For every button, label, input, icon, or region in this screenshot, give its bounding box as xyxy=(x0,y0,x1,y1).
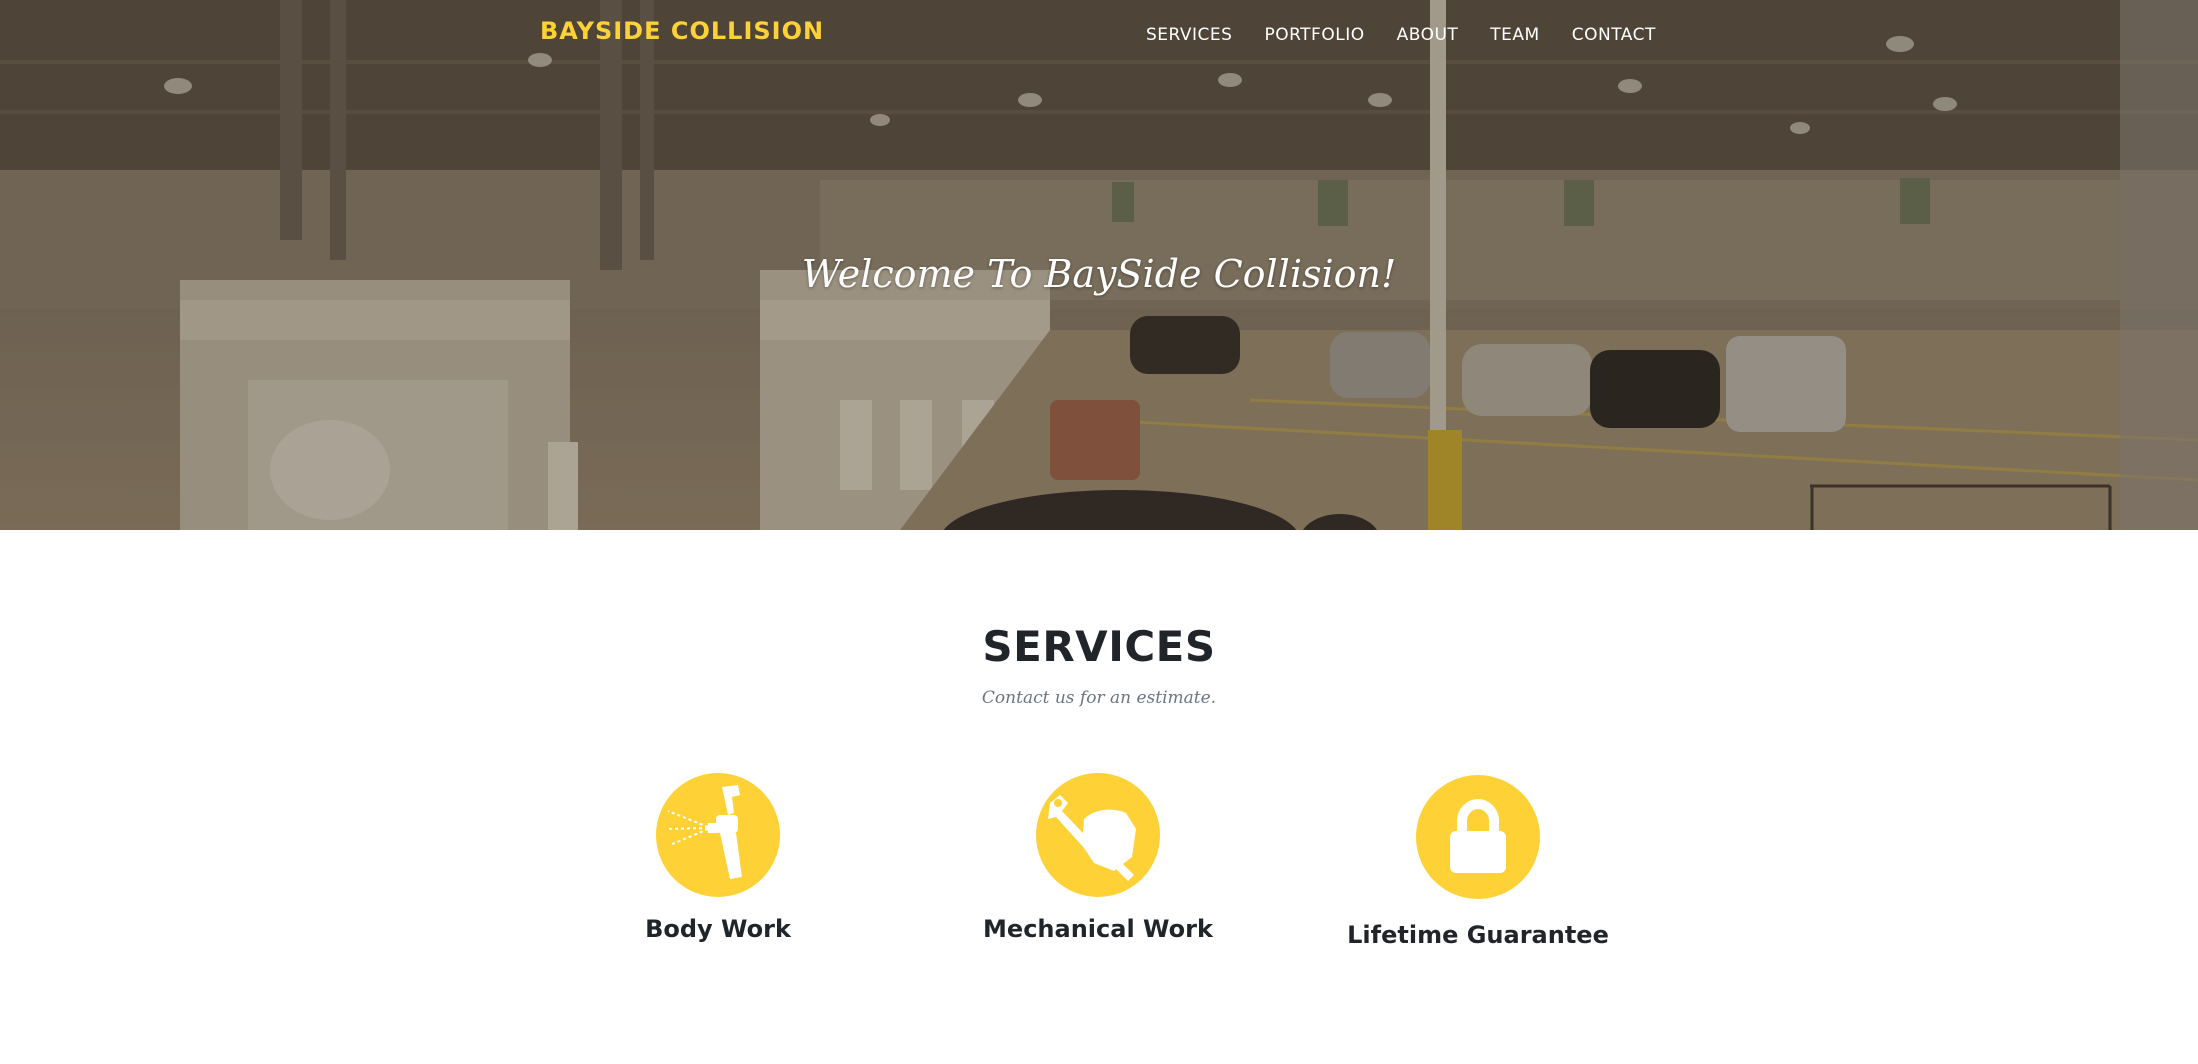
services-subtitle: Contact us for an estimate. xyxy=(981,688,1217,708)
service-title: Mechanical Work xyxy=(983,915,1213,943)
service-icon-circle xyxy=(1416,775,1540,899)
brand-logo[interactable]: BAYSIDE COLLISION xyxy=(540,17,824,45)
services-title: SERVICES xyxy=(982,622,1216,671)
service-mechanical-work: Mechanical Work xyxy=(908,773,1288,943)
wrench-hand-icon xyxy=(1048,795,1136,881)
nav-item-services[interactable]: SERVICES xyxy=(1146,25,1232,45)
hero-section: BAYSIDE COLLISION SERVICES PORTFOLIO ABO… xyxy=(0,0,2198,530)
nav-item-team[interactable]: TEAM xyxy=(1490,25,1539,45)
service-icon-circle xyxy=(656,773,780,897)
nav-menu: SERVICES PORTFOLIO ABOUT TEAM CONTACT xyxy=(1146,25,1688,45)
service-body-work: Body Work xyxy=(528,773,908,943)
service-title: Lifetime Guarantee xyxy=(1347,921,1609,949)
lock-icon xyxy=(1450,798,1506,873)
service-title: Body Work xyxy=(645,915,791,943)
nav-item-about[interactable]: ABOUT xyxy=(1397,25,1459,45)
navbar: BAYSIDE COLLISION SERVICES PORTFOLIO ABO… xyxy=(0,0,2198,74)
service-icon-circle xyxy=(1036,773,1160,897)
service-lifetime-guarantee: Lifetime Guarantee xyxy=(1288,775,1668,949)
hero-heading: Welcome To BaySide Collision! xyxy=(801,252,1397,296)
spray-gun-icon xyxy=(665,785,742,879)
nav-item-contact[interactable]: CONTACT xyxy=(1572,25,1656,45)
nav-item-portfolio[interactable]: PORTFOLIO xyxy=(1264,25,1364,45)
